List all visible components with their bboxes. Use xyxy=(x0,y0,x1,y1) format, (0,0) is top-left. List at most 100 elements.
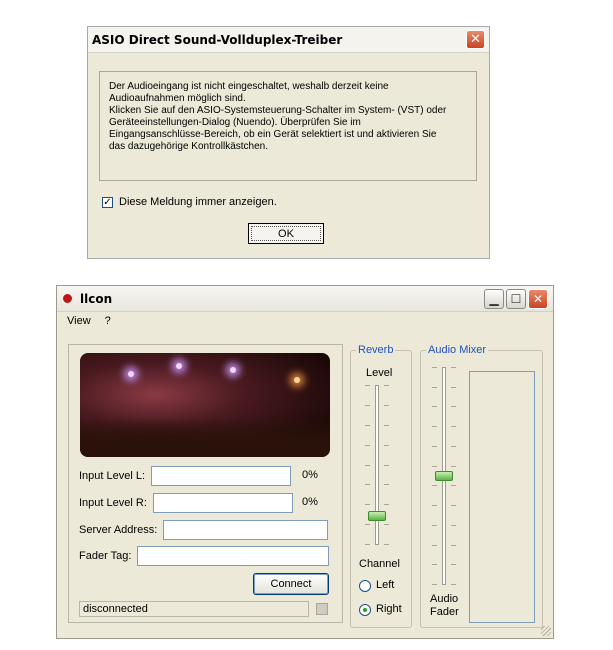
input-level-r-row: Input Level R: xyxy=(79,493,293,513)
slider-tick xyxy=(432,545,437,546)
menu-view[interactable]: View xyxy=(67,315,91,327)
reverb-group: Reverb Level Channel Left Right xyxy=(350,344,413,628)
input-level-l-row: Input Level L: xyxy=(79,466,292,486)
input-level-r-label: Input Level R: xyxy=(79,497,147,509)
radio-left[interactable] xyxy=(359,580,371,592)
asio-dialog: ASIO Direct Sound-Vollduplex-Treiber ✕ D… xyxy=(87,26,490,259)
slider-tick xyxy=(451,545,456,546)
fader-tag-input[interactable] xyxy=(137,546,330,566)
llcon-title: llcon xyxy=(80,291,113,306)
slider-tick xyxy=(384,385,389,386)
slider-tick xyxy=(384,484,389,485)
slider-tick xyxy=(432,426,437,427)
slider-tick xyxy=(384,425,389,426)
stage-light xyxy=(176,363,182,369)
slider-tick xyxy=(384,544,389,545)
slider-tick xyxy=(365,544,370,545)
slider-tick xyxy=(432,446,437,447)
slider-tick xyxy=(365,504,370,505)
maximize-icon[interactable]: ☐ xyxy=(506,289,526,309)
close-icon[interactable]: ✕ xyxy=(528,289,548,309)
slider-tick xyxy=(432,466,437,467)
slider-tick xyxy=(432,406,437,407)
stage-light xyxy=(128,371,134,377)
slider-tick xyxy=(451,446,456,447)
ok-button[interactable]: OK xyxy=(248,223,324,244)
reverb-slider-track xyxy=(375,385,379,545)
reverb-level-slider[interactable] xyxy=(351,385,413,545)
slider-tick xyxy=(451,426,456,427)
llcon-titlebar[interactable]: llcon xyxy=(57,286,553,312)
radio-right[interactable] xyxy=(359,604,371,616)
slider-tick xyxy=(365,465,370,466)
always-show-checkbox-row[interactable]: ✓ Diese Meldung immer anzeigen. xyxy=(102,196,277,208)
status-bar: disconnected xyxy=(79,601,309,617)
slider-tick xyxy=(365,385,370,386)
slider-tick xyxy=(432,387,437,388)
message-line: Eingangsanschlüsse-Bereich, ob ein Gerät… xyxy=(109,129,437,140)
audio-fader-slider[interactable] xyxy=(421,367,465,585)
message-line: Klicken Sie auf den ASIO-Systemsteuerung… xyxy=(109,105,447,116)
slider-tick xyxy=(451,584,456,585)
mixer-channel-area xyxy=(469,371,535,623)
channel-label: Channel xyxy=(359,558,400,570)
always-show-label: Diese Meldung immer anzeigen. xyxy=(119,196,277,208)
crowd-silhouette xyxy=(80,417,330,457)
app-icon xyxy=(63,294,72,303)
message-line: das dazugehörige Kontrollkästchen. xyxy=(109,141,268,152)
slider-tick xyxy=(451,485,456,486)
input-level-l-label: Input Level L: xyxy=(79,470,146,482)
concert-image xyxy=(80,353,330,457)
audio-fader-label-1: Audio xyxy=(430,593,459,605)
message-line: Geräteeinstellungen-Dialog (Nuendo). Übe… xyxy=(109,117,361,128)
slider-tick xyxy=(365,484,370,485)
slider-tick xyxy=(384,445,389,446)
main-panel: Input Level L: 0% Input Level R: 0% Serv… xyxy=(68,344,343,623)
message-line: Der Audioeingang ist nicht eingeschaltet… xyxy=(109,81,389,92)
server-address-label: Server Address: xyxy=(79,524,158,536)
slider-tick xyxy=(451,505,456,506)
slider-tick xyxy=(432,485,437,486)
asio-dialog-title: ASIO Direct Sound-Vollduplex-Treiber xyxy=(92,32,343,47)
close-icon[interactable]: ✕ xyxy=(466,30,485,49)
slider-tick xyxy=(384,524,389,525)
slider-tick xyxy=(384,504,389,505)
fader-tag-label: Fader Tag: xyxy=(79,550,132,562)
slider-tick xyxy=(432,564,437,565)
slider-tick xyxy=(451,367,456,368)
server-address-input[interactable] xyxy=(163,520,329,540)
slider-tick xyxy=(451,406,456,407)
stage-light xyxy=(230,367,236,373)
reverb-legend: Reverb xyxy=(356,344,396,356)
status-led xyxy=(316,603,328,615)
audio-mixer-legend: Audio Mixer xyxy=(426,344,489,356)
slider-tick xyxy=(365,425,370,426)
audio-fader-thumb[interactable] xyxy=(435,471,453,481)
slider-tick xyxy=(365,445,370,446)
menu-bar: View ? xyxy=(57,312,553,330)
llcon-window: llcon ▁ ☐ ✕ View ? Input Level L: 0% Inp… xyxy=(56,285,554,639)
radio-left-label: Left xyxy=(376,579,395,591)
slider-tick xyxy=(384,405,389,406)
input-level-l-value: 0% xyxy=(302,469,318,481)
minimize-icon[interactable]: ▁ xyxy=(484,289,504,309)
menu-help[interactable]: ? xyxy=(105,315,111,327)
slider-tick xyxy=(432,584,437,585)
input-level-r-meter xyxy=(152,493,293,513)
input-level-r-value: 0% xyxy=(302,496,318,508)
reverb-slider-thumb[interactable] xyxy=(368,511,386,521)
stage-light xyxy=(294,377,300,383)
always-show-checkbox[interactable]: ✓ xyxy=(102,196,113,208)
input-level-l-meter xyxy=(151,466,292,486)
slider-tick xyxy=(451,525,456,526)
slider-tick xyxy=(432,367,437,368)
connect-button[interactable]: Connect xyxy=(253,573,329,595)
slider-tick xyxy=(365,524,370,525)
slider-tick xyxy=(451,466,456,467)
slider-tick xyxy=(451,564,456,565)
asio-dialog-titlebar[interactable]: ASIO Direct Sound-Vollduplex-Treiber xyxy=(88,27,489,53)
fader-tag-row: Fader Tag: xyxy=(79,546,330,566)
resize-grip-icon[interactable] xyxy=(541,626,551,636)
message-line: Audioaufnahmen möglich sind. xyxy=(109,93,246,104)
slider-tick xyxy=(432,505,437,506)
